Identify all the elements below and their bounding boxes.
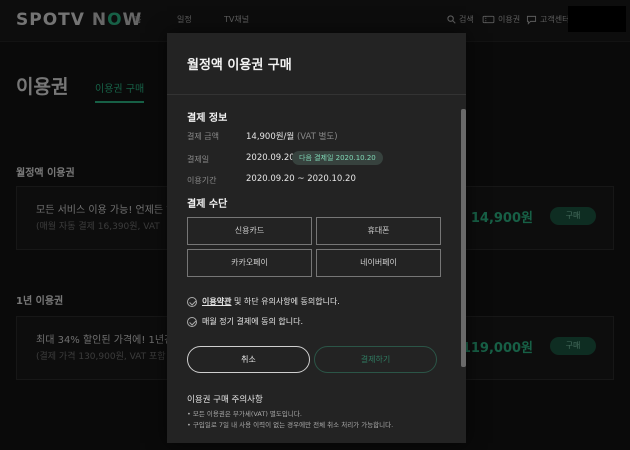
credit-card-option[interactable]: 신용카드: [187, 217, 312, 245]
check-circle-icon[interactable]: [187, 296, 197, 307]
modal-scrollbar[interactable]: [461, 109, 466, 367]
terms-rest-text: 및 하단 유의사항에 동의합니다.: [231, 297, 340, 306]
notice-item: • 구입일로 7일 내 사용 이력이 없는 경우에만 전체 취소 처리가 가능합…: [187, 421, 394, 429]
amount-value-text: 14,900원/월: [246, 132, 295, 142]
notice-title: 이용권 구매 주의사항: [187, 395, 263, 405]
cancel-button[interactable]: 취소: [187, 346, 310, 373]
amount-label: 결제 금액: [187, 132, 219, 141]
purchase-modal: 월정액 이용권 구매 결제 정보 결제 금액 14,900원/월 (VAT 별도…: [167, 33, 466, 443]
notice-item: • 모든 이용권은 부가세(VAT) 별도입니다.: [187, 410, 302, 418]
amount-vat-note: (VAT 별도): [296, 132, 338, 142]
amount-value: 14,900원/월 (VAT 별도): [246, 130, 338, 142]
terms-agreement[interactable]: 이용약관 및 하단 유의사항에 동의합니다.: [187, 296, 340, 307]
modal-header: 월정액 이용권 구매: [167, 33, 466, 95]
kakaopay-option[interactable]: 카카오페이: [187, 249, 312, 277]
terms-link[interactable]: 이용약관: [202, 297, 231, 306]
payment-date-value: 2020.09.20: [246, 153, 295, 163]
next-payment-badge: 다음 결제일 2020.10.20: [292, 151, 383, 165]
terms-agreement-text: 이용약관 및 하단 유의사항에 동의합니다.: [202, 296, 340, 307]
naverpay-option[interactable]: 네이버페이: [316, 249, 441, 277]
pay-button[interactable]: 결제하기: [314, 346, 437, 373]
payment-info-title: 결제 정보: [187, 113, 228, 124]
period-label: 이용기간: [187, 176, 217, 185]
modal-title: 월정액 이용권 구매: [187, 58, 292, 73]
payment-date-label: 결제일: [187, 155, 210, 164]
recurring-agreement-text: 매월 정기 결제에 동의 합니다.: [202, 317, 304, 326]
period-value: 2020.09.20 ~ 2020.10.20: [246, 174, 356, 184]
modal-scrollbar-thumb[interactable]: [461, 109, 466, 367]
recurring-agreement[interactable]: 매월 정기 결제에 동의 합니다.: [187, 316, 303, 327]
check-circle-icon[interactable]: [187, 316, 197, 327]
payment-method-title: 결제 수단: [187, 199, 228, 210]
mobile-phone-option[interactable]: 휴대폰: [316, 217, 441, 245]
